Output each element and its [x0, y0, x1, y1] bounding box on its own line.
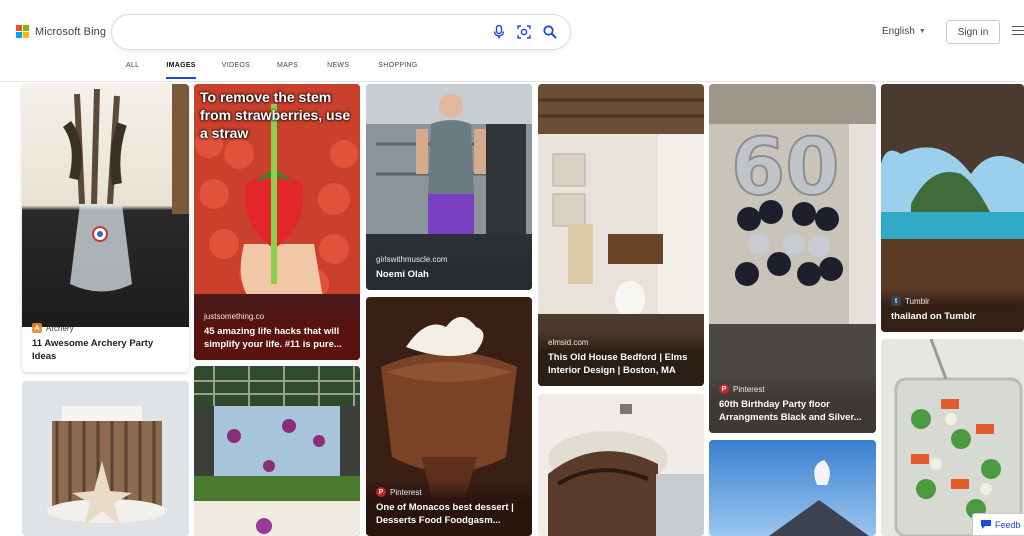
- search-input[interactable]: [128, 22, 488, 42]
- image-result-thailand[interactable]: t Tumblr thailand on Tumblr: [881, 84, 1024, 332]
- language-label: English: [882, 26, 915, 37]
- result-thumbnail: [22, 381, 189, 536]
- tab-shopping[interactable]: SHOPPING: [378, 62, 417, 80]
- feedback-icon: [981, 520, 991, 529]
- tab-maps[interactable]: MAPS: [277, 62, 298, 80]
- bing-logo[interactable]: Microsoft Bing: [16, 25, 106, 38]
- result-source: Pinterest: [733, 384, 765, 394]
- result-caption: P Pinterest 60th Birthday Party floor Arr…: [709, 376, 876, 433]
- chevron-down-icon: ▼: [918, 28, 926, 35]
- result-source: Tumblr: [905, 296, 930, 306]
- tab-news[interactable]: NEWS: [327, 62, 349, 80]
- image-result-fitness[interactable]: girlswithmuscle.com Noemi Olah: [366, 84, 532, 290]
- result-source: elmsid.com: [548, 338, 589, 347]
- image-result-dessert[interactable]: P Pinterest One of Monacos best dessert |…: [366, 297, 532, 536]
- visual-search-icon[interactable]: [515, 23, 533, 41]
- overlay-text: To remove the stem from strawberries, us…: [200, 89, 351, 141]
- feedback-button[interactable]: Feedb: [972, 513, 1024, 536]
- brand-name: Microsoft Bing: [35, 25, 107, 38]
- microphone-icon[interactable]: [490, 23, 508, 41]
- result-caption: girlswithmuscle.com Noemi Olah: [366, 247, 532, 290]
- header: Microsoft Bing English ▼ Sign in ALL IMA…: [0, 0, 1024, 82]
- result-caption: elmsid.com This Old House Bedford | Elms…: [538, 330, 704, 386]
- svg-text:60: 60: [731, 123, 840, 213]
- result-title: 45 amazing life hacks that will simplify…: [204, 326, 342, 350]
- microsoft-logo-icon: [16, 25, 29, 38]
- result-source: justsomething.co: [204, 312, 265, 321]
- language-selector[interactable]: English ▼: [882, 26, 926, 37]
- image-result-volcano[interactable]: [709, 440, 876, 536]
- result-title: One of Monacos best dessert | Desserts F…: [376, 502, 514, 526]
- pinterest-icon: P: [719, 384, 729, 394]
- search-tabs: ALL IMAGES VIDEOS MAPS NEWS SHOPPING: [126, 62, 418, 80]
- result-thumbnail: [194, 366, 360, 536]
- image-result-candle[interactable]: [22, 381, 189, 536]
- image-result-garden[interactable]: [194, 366, 360, 536]
- result-title: This Old House Bedford | Elms Interior D…: [548, 352, 688, 376]
- result-title: 11 Awesome Archery Party Ideas: [32, 338, 154, 362]
- result-caption: P Pinterest One of Monacos best dessert |…: [366, 479, 532, 536]
- image-result-interior[interactable]: elmsid.com This Old House Bedford | Elms…: [538, 84, 704, 386]
- tumblr-icon: t: [891, 296, 901, 306]
- feedback-label: Feedb: [995, 519, 1021, 530]
- tab-videos[interactable]: VIDEOS: [222, 62, 250, 80]
- result-source: Pinterest: [390, 487, 422, 497]
- result-caption: A Archery 11 Awesome Archery Party Ideas: [22, 315, 189, 372]
- result-title: thailand on Tumblr: [891, 311, 976, 322]
- result-thumbnail: [538, 394, 704, 536]
- result-title: 60th Birthday Party floor Arrangments Bl…: [719, 399, 862, 423]
- result-title: Noemi Olah: [376, 269, 429, 280]
- search-icon[interactable]: [541, 23, 559, 41]
- result-source: girlswithmuscle.com: [376, 255, 448, 264]
- result-thumbnail: [709, 440, 876, 536]
- hamburger-menu-icon[interactable]: [1012, 26, 1024, 38]
- image-result-staircase[interactable]: [538, 394, 704, 536]
- result-thumbnail: [22, 84, 189, 327]
- result-thumbnail: [881, 339, 1024, 536]
- result-caption: justsomething.co 45 amazing life hacks t…: [194, 304, 360, 360]
- result-source: Archery: [46, 323, 74, 333]
- sign-in-button[interactable]: Sign in: [946, 20, 1000, 44]
- image-result-salad[interactable]: [881, 339, 1024, 536]
- tab-images[interactable]: IMAGES: [166, 62, 197, 80]
- image-result-archery[interactable]: A Archery 11 Awesome Archery Party Ideas: [22, 84, 189, 372]
- search-box[interactable]: [112, 15, 570, 49]
- pinterest-icon: P: [376, 487, 386, 497]
- tab-all[interactable]: ALL: [126, 62, 139, 80]
- archery-site-icon: A: [32, 323, 42, 333]
- image-result-balloons[interactable]: 60 P Pinterest 60th Birthday Party floor …: [709, 84, 876, 433]
- result-caption: t Tumblr thailand on Tumblr: [881, 288, 1024, 332]
- image-result-strawberries[interactable]: To remove the stem from strawberries, us…: [194, 84, 360, 360]
